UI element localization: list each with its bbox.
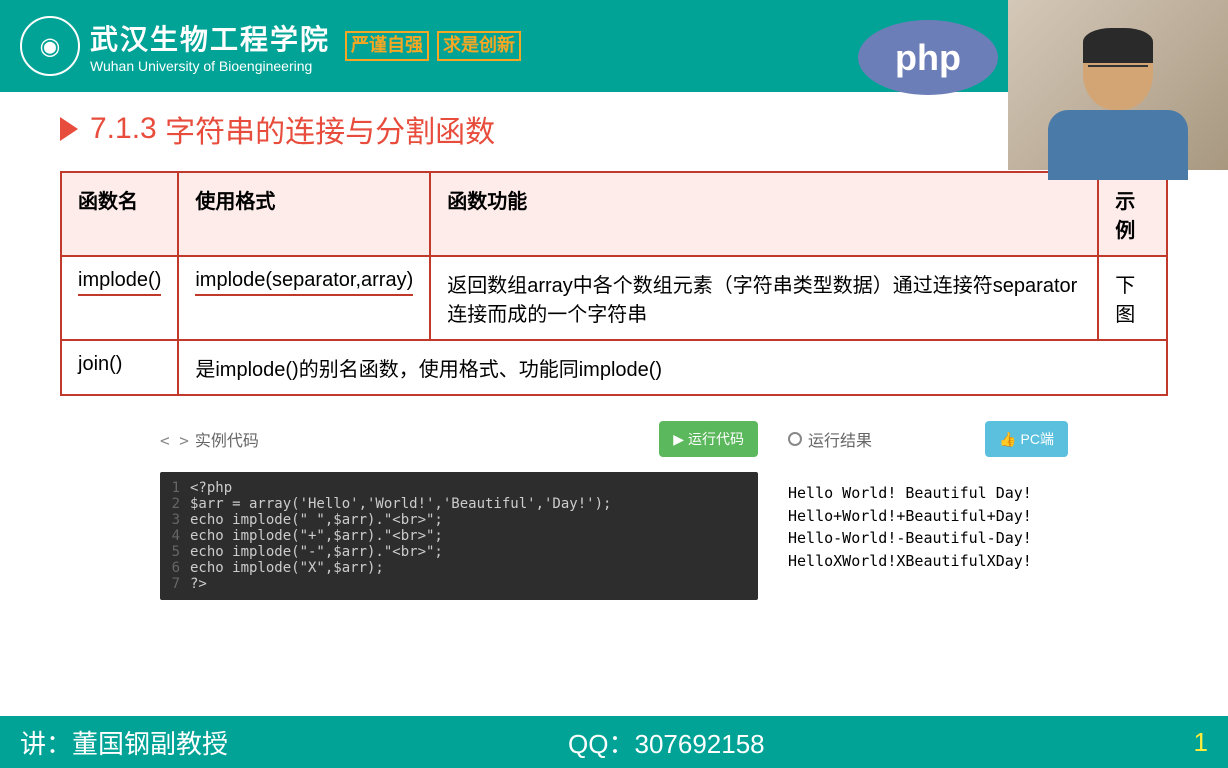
- th-name: 函数名: [61, 172, 178, 256]
- footer-bar: 讲： 董国钢副教授 QQ：307692158 1: [0, 716, 1228, 768]
- motto-box-1: 严谨自强: [345, 31, 429, 61]
- motto-boxes: 严谨自强 求是创新: [345, 31, 521, 61]
- output-line: Hello-World!-Beautiful-Day!: [788, 527, 1068, 550]
- func-name-implode: implode(): [78, 269, 161, 296]
- php-logo-icon: php: [858, 20, 998, 95]
- university-seal-icon: ◉: [20, 16, 80, 76]
- output-line: Hello+World!+Beautiful+Day!: [788, 505, 1068, 528]
- code-section: < >实例代码 ▶ 运行代码 1<?php 2$arr = array('Hel…: [60, 421, 1168, 600]
- table-row: implode() implode(separator,array) 返回数组a…: [61, 256, 1167, 340]
- code-line-2: $arr = array('Hello','World!','Beautiful…: [190, 496, 758, 512]
- table-row: join() 是implode()的别名函数，使用格式、功能同implode(): [61, 340, 1167, 395]
- code-label: < >实例代码: [160, 427, 259, 451]
- university-name-cn: 武汉生物工程学院: [90, 18, 330, 58]
- university-name-en: Wuhan University of Bioengineering: [90, 58, 330, 74]
- qq-number: 307692158: [634, 729, 764, 759]
- output-line: Hello World! Beautiful Day!: [788, 482, 1068, 505]
- code-line-4: echo implode("+",$arr)."<br>";: [190, 528, 758, 544]
- function-table: 函数名 使用格式 函数功能 示例 implode() implode(separ…: [60, 171, 1168, 396]
- func-desc-join: 是implode()的别名函数，使用格式、功能同implode(): [178, 340, 1167, 395]
- university-logo-area: ◉ 武汉生物工程学院 Wuhan University of Bioengine…: [20, 16, 330, 76]
- motto-box-2: 求是创新: [437, 31, 521, 61]
- section-title: 7.1.3 字符串的连接与分割函数: [60, 107, 1168, 151]
- code-line-1: <?php: [190, 480, 758, 496]
- code-line-3: echo implode(" ",$arr)."<br>";: [190, 512, 758, 528]
- table-header-row: 函数名 使用格式 函数功能 示例: [61, 172, 1167, 256]
- func-example-implode: 下图: [1098, 256, 1167, 340]
- output-line: HelloXWorld!XBeautifulXDay!: [788, 550, 1068, 573]
- qq-label: QQ：: [568, 729, 634, 759]
- lecturer-label: 讲：: [20, 724, 72, 761]
- slide-content: 7.1.3 字符串的连接与分割函数 函数名 使用格式 函数功能 示例 implo…: [0, 92, 1228, 615]
- lecturer-name: 董国钢副教授: [72, 724, 228, 761]
- triangle-icon: [60, 117, 78, 141]
- th-format: 使用格式: [178, 172, 430, 256]
- code-editor[interactable]: 1<?php 2$arr = array('Hello','World!','B…: [160, 472, 758, 600]
- result-icon: [788, 432, 802, 446]
- pc-view-button[interactable]: 👍 PC端: [985, 421, 1068, 457]
- webcam-feed: [1008, 0, 1228, 170]
- section-number: 7.1.3: [90, 112, 157, 146]
- code-line-5: echo implode("-",$arr)."<br>";: [190, 544, 758, 560]
- func-name-join: join(): [61, 340, 178, 395]
- footer-page-num: 1: [1194, 727, 1208, 758]
- code-line-7: ?>: [190, 576, 758, 592]
- func-format-implode: implode(separator,array): [195, 269, 413, 296]
- func-desc-implode: 返回数组array中各个数组元素（字符串类型数据）通过连接符separator连…: [430, 256, 1098, 340]
- section-title-text: 字符串的连接与分割函数: [165, 107, 495, 151]
- th-desc: 函数功能: [430, 172, 1098, 256]
- run-code-button[interactable]: ▶ 运行代码: [659, 421, 758, 457]
- result-output: Hello World! Beautiful Day! Hello+World!…: [788, 472, 1068, 582]
- result-label: 运行结果: [788, 427, 872, 451]
- code-line-6: echo implode("X",$arr);: [190, 560, 758, 576]
- th-example: 示例: [1098, 172, 1167, 256]
